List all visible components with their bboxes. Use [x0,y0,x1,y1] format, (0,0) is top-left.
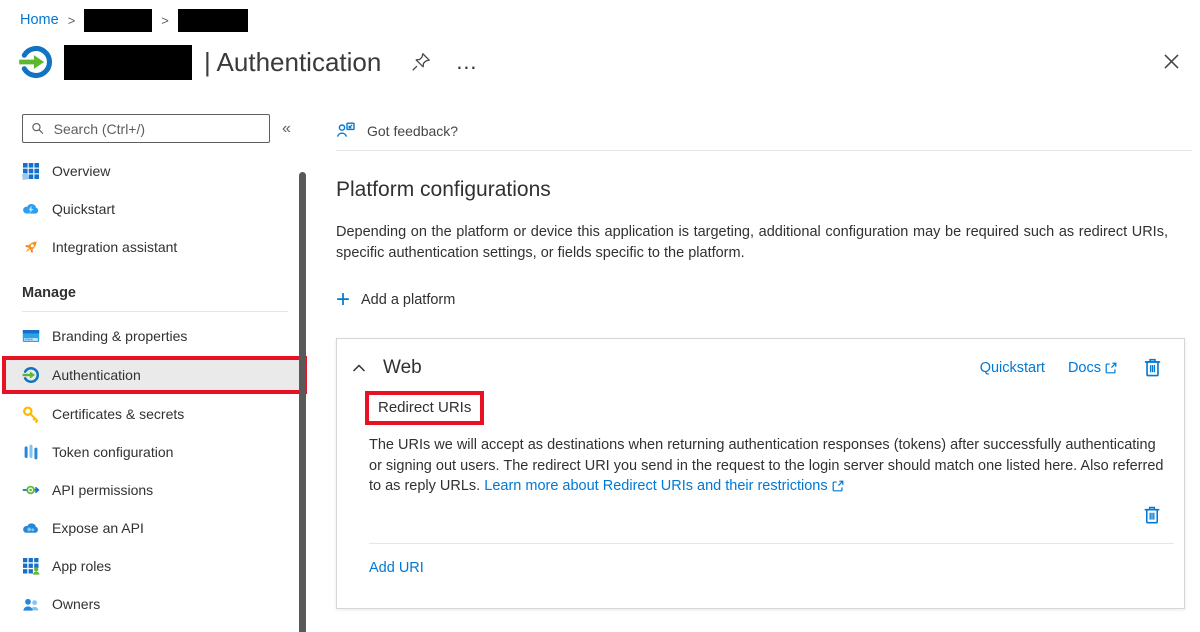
close-icon[interactable] [1160,50,1182,72]
page-title: | Authentication [204,47,381,78]
redacted-breadcrumb-item [178,9,248,32]
learn-more-redirect-uris-link[interactable]: Learn more about Redirect URIs and their… [484,476,844,497]
sidebar-divider [22,311,288,312]
sidebar-item-label: Quickstart [52,201,115,217]
sidebar-item-label: Authentication [52,367,141,383]
external-link-icon [1104,361,1118,375]
redirect-uris-description: The URIs we will accept as destinations … [369,435,1164,497]
sidebar-item-label: Certificates & secrets [52,406,184,422]
sidebar-item-label: Expose an API [52,520,144,536]
web-docs-label: Docs [1068,360,1101,376]
main-content: Got feedback? Platform configurations De… [336,112,1192,609]
authentication-icon [22,366,40,384]
sidebar-item-label: Token configuration [52,444,173,460]
sidebar-section-manage: Manage [22,285,310,301]
sidebar-item-token-configuration[interactable]: Token configuration [0,434,310,470]
key-icon [22,405,40,423]
rocket-icon [22,238,40,256]
pin-icon[interactable] [409,50,433,74]
redacted-breadcrumb-item [84,9,152,32]
chevron-up-icon[interactable] [352,363,366,373]
sidebar: « Overview Quickstart [0,114,310,621]
sidebar-item-label: Integration assistant [52,239,177,255]
delete-web-platform-icon[interactable] [1141,356,1164,379]
add-a-platform-button[interactable]: + Add a platform [336,291,455,309]
uri-row-divider [369,543,1174,544]
overview-grid-icon [22,162,40,180]
breadcrumb-separator: > [161,13,169,28]
breadcrumb-home-link[interactable]: Home [20,12,59,28]
platform-configurations-description: Depending on the platform or device this… [336,222,1168,264]
sidebar-item-authentication[interactable]: Authentication [2,356,307,394]
sidebar-item-branding-properties[interactable]: www Branding & properties [0,318,310,354]
sidebar-item-quickstart[interactable]: Quickstart [0,191,310,227]
breadcrumb: Home > > [20,8,248,32]
sidebar-item-overview[interactable]: Overview [0,153,310,189]
add-a-platform-label: Add a platform [361,292,455,308]
sidebar-item-label: App roles [52,558,111,574]
toolbar-divider [336,150,1192,151]
sidebar-search-box[interactable] [22,114,270,143]
feedback-icon [336,121,356,141]
web-card-title: Web [383,357,422,379]
sidebar-nav: Overview Quickstart [0,153,310,622]
api-permissions-icon [22,481,40,499]
redirect-uri-row [337,497,1184,543]
sidebar-item-label: Branding & properties [52,328,187,344]
sidebar-item-app-roles[interactable]: App roles [0,548,310,584]
collapse-sidebar-icon[interactable]: « [282,120,291,138]
people-icon [22,595,40,613]
sidebar-item-label: API permissions [52,482,153,498]
sidebar-item-certificates-secrets[interactable]: Certificates & secrets [0,396,310,432]
breadcrumb-separator: > [68,13,76,28]
svg-text:www: www [25,338,33,342]
sidebar-item-api-permissions[interactable]: API permissions [0,472,310,508]
page-header: | Authentication … [18,40,1180,84]
sidebar-item-label: Owners [52,596,100,612]
got-feedback-label: Got feedback? [367,123,458,139]
sidebar-item-integration-assistant[interactable]: Integration assistant [0,229,310,265]
sidebar-item-label: Overview [52,163,110,179]
platform-configurations-heading: Platform configurations [336,178,1192,202]
search-input[interactable] [52,120,261,138]
got-feedback-button[interactable]: Got feedback? [336,112,1192,150]
quickstart-cloud-icon [22,200,40,218]
app-roles-icon [22,557,40,575]
redirect-uris-heading: Redirect URIs [365,391,484,425]
cloud-icon [22,519,40,537]
sidebar-item-expose-an-api[interactable]: Expose an API [0,510,310,546]
sliders-icon [22,443,40,461]
delete-uri-icon[interactable] [1141,504,1163,526]
browser-window-icon: www [22,327,40,345]
search-icon [31,121,45,136]
sidebar-scrollbar[interactable] [299,172,306,632]
more-options-icon[interactable]: … [455,57,477,67]
redacted-app-name [64,45,192,80]
external-link-icon [831,479,845,493]
plus-icon: + [336,291,350,309]
add-uri-button[interactable]: Add URI [369,560,424,576]
app-registration-icon [18,44,54,80]
web-platform-card: Web Quickstart Docs Redirect URIs The UR… [336,338,1185,609]
sidebar-item-owners[interactable]: Owners [0,586,310,622]
web-docs-link[interactable]: Docs [1068,360,1118,376]
web-quickstart-link[interactable]: Quickstart [980,360,1045,376]
